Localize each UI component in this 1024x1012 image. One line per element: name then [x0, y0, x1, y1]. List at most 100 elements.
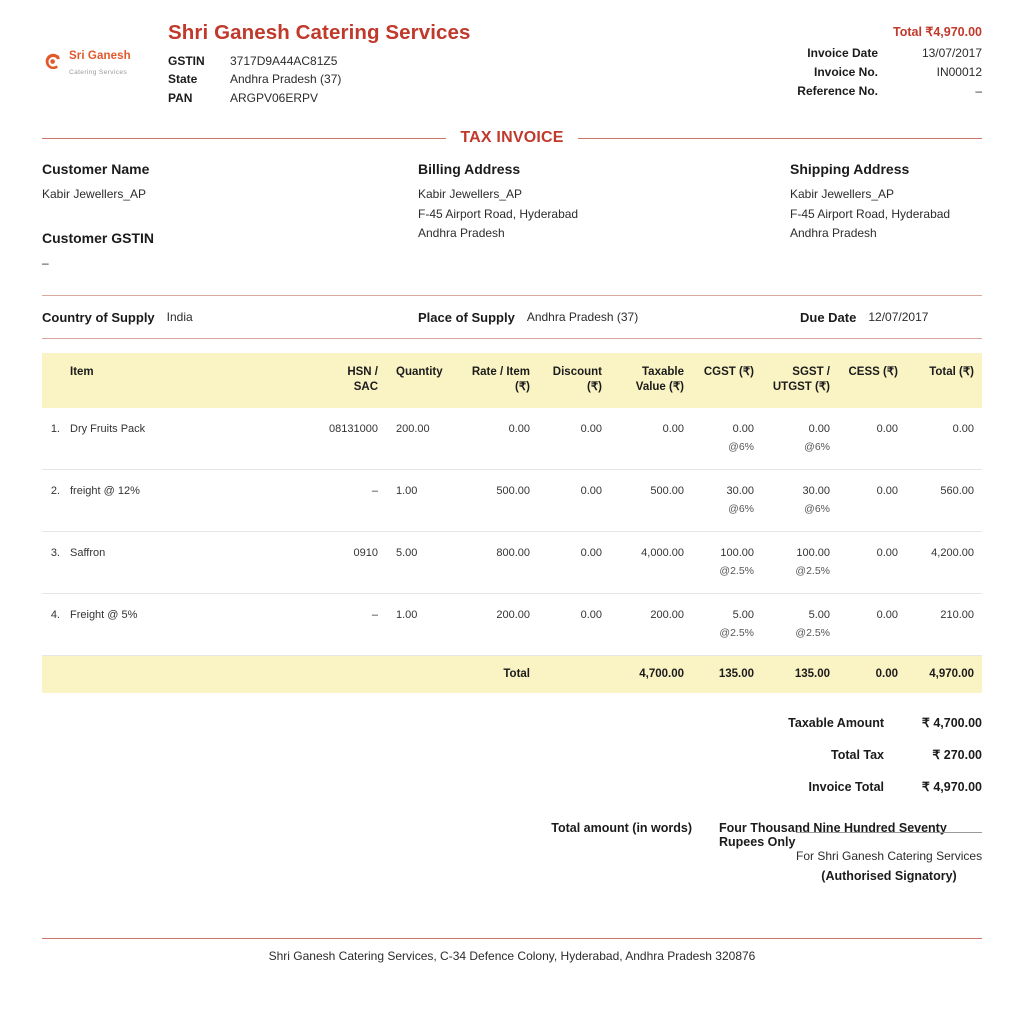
row-hsn: – — [312, 469, 386, 533]
customer-gstin-heading: Customer GSTIN — [42, 229, 155, 246]
shipping-address-line: F-45 Airport Road, Hyderabad — [790, 206, 951, 221]
place-of-supply-value: Andhra Pradesh (37) — [526, 310, 639, 325]
company-name: Shri Ganesh Catering Services — [168, 21, 471, 44]
country-of-supply: Country of Supply India — [42, 310, 418, 325]
row-quantity: 200.00 — [386, 408, 456, 471]
customer-name-heading: Customer Name — [42, 161, 150, 178]
column-header-sgst: SGST / UTGST (₹) — [762, 353, 838, 409]
column-header-taxable-value: Taxable Value (₹) — [610, 353, 692, 409]
shipping-address-line: Andhra Pradesh — [790, 226, 877, 241]
row-cgst: 100.00 @2.5% — [692, 531, 762, 595]
row-index: 4. — [42, 593, 62, 657]
column-header-hsn: HSN / SAC — [312, 353, 386, 409]
row-sgst-amount: 5.00 — [808, 609, 830, 622]
invoice-total-badge: Total ₹4,970.00 — [892, 25, 982, 39]
customer-name-value: Kabir Jewellers_AP — [42, 187, 147, 202]
row-item-name: Freight @ 5% — [62, 593, 312, 657]
row-total: 210.00 — [906, 593, 982, 657]
total-row-spacer — [62, 655, 312, 694]
row-sgst-amount: 30.00 — [802, 485, 830, 498]
billing-address-heading: Billing Address — [418, 161, 521, 178]
invoice-meta: Total ₹4,970.00 Invoice Date 13/07/2017 … — [744, 22, 982, 101]
meta-invoice-no: Invoice No. IN00012 — [744, 63, 982, 82]
country-of-supply-label: Country of Supply — [42, 310, 155, 326]
summary-label: Taxable Amount — [788, 716, 884, 731]
summary-label: Total Tax — [830, 748, 884, 763]
billing-address-line: Andhra Pradesh — [418, 226, 505, 241]
company-logo: Sri Ganesh Catering Services — [42, 48, 150, 76]
summary-section: Taxable Amount ₹ 4,700.00 Total Tax ₹ 27… — [42, 707, 982, 849]
place-of-supply-label: Place of Supply — [418, 310, 515, 326]
row-cgst: 5.00 @2.5% — [692, 593, 762, 657]
row-sgst-amount: 100.00 — [796, 547, 830, 560]
row-cgst-rate: @2.5% — [719, 565, 754, 578]
amount-in-words-label: Total amount (in words) — [551, 821, 692, 836]
row-hsn: 0910 — [312, 531, 386, 595]
total-row-spacer — [42, 655, 62, 694]
row-cgst-amount: 100.00 — [720, 547, 754, 560]
line-items-table: Item HSN / SAC Quantity Rate / Item (₹) … — [42, 353, 982, 694]
column-header-rate: Rate / Item (₹) — [456, 353, 538, 409]
customer-gstin-value: – — [42, 255, 49, 270]
divider-below-supply — [42, 338, 982, 340]
due-date-value: 12/07/2017 — [868, 310, 929, 325]
row-hsn: – — [312, 593, 386, 657]
table-row: 1. Dry Fruits Pack 08131000 200.00 0.00 … — [42, 408, 982, 471]
customer-name-column: Customer Name Kabir Jewellers_AP Custome… — [42, 161, 418, 273]
signature-for-company: For Shri Ganesh Catering Services — [796, 849, 983, 863]
meta-reference-no: Reference No. – — [744, 82, 982, 101]
column-header-item: Item — [62, 353, 312, 409]
summary-value: ₹ 270.00 — [932, 748, 982, 763]
shipping-address-line: Kabir Jewellers_AP — [790, 187, 895, 202]
row-total: 560.00 — [906, 469, 982, 533]
column-header-quantity: Quantity — [386, 353, 456, 409]
row-sgst: 0.00 @6% — [762, 408, 838, 471]
logo-name: Sri Ganesh — [69, 50, 131, 62]
company-field-gstin: GSTIN 3717D9A44AC81Z5 — [168, 52, 744, 71]
row-index: 3. — [42, 531, 62, 595]
row-cgst-rate: @6% — [728, 503, 754, 516]
row-discount: 0.00 — [538, 531, 610, 595]
row-quantity: 1.00 — [386, 593, 456, 657]
billing-address-line: Kabir Jewellers_AP — [418, 187, 523, 202]
total-row-taxable: 4,700.00 — [610, 655, 692, 694]
row-rate: 800.00 — [456, 531, 538, 595]
column-header-cess: CESS (₹) — [838, 353, 906, 409]
table-total-row: Total 4,700.00 135.00 135.00 0.00 4,970.… — [42, 655, 982, 694]
row-cgst: 0.00 @6% — [692, 408, 762, 471]
summary-value: ₹ 4,970.00 — [921, 780, 982, 795]
row-item-name: Dry Fruits Pack — [62, 408, 312, 471]
column-header-cgst: CGST (₹) — [692, 353, 762, 409]
row-sgst: 100.00 @2.5% — [762, 531, 838, 595]
supply-section: Country of Supply India Place of Supply … — [42, 296, 982, 338]
row-discount: 0.00 — [538, 408, 610, 471]
company-field-pan: PAN ARGPV06ERPV — [168, 89, 744, 108]
invoice-header: Sri Ganesh Catering Services Shri Ganesh… — [42, 0, 982, 107]
summary-total-tax: Total Tax ₹ 270.00 — [42, 739, 982, 771]
row-rate: 0.00 — [456, 408, 538, 471]
meta-value: IN00012 — [936, 65, 982, 79]
meta-value: 13/07/2017 — [921, 46, 982, 60]
total-row-spacer — [538, 655, 610, 694]
summary-value: ₹ 4,700.00 — [921, 716, 982, 731]
due-date-label: Due Date — [800, 310, 857, 326]
row-item-name: Saffron — [62, 531, 312, 595]
footer-address: Shri Ganesh Catering Services, C-34 Defe… — [268, 949, 756, 963]
shipping-address-column: Shipping Address Kabir Jewellers_AP F-45… — [790, 161, 982, 273]
company-field-state: State Andhra Pradesh (37) — [168, 70, 744, 89]
row-sgst: 30.00 @6% — [762, 469, 838, 533]
row-quantity: 5.00 — [386, 531, 456, 595]
total-row-spacer — [386, 655, 456, 694]
row-cgst-amount: 30.00 — [726, 485, 754, 498]
company-details: Shri Ganesh Catering Services GSTIN 3717… — [150, 21, 744, 108]
meta-label: Invoice Date — [807, 46, 878, 60]
meta-value: – — [975, 84, 982, 98]
total-row-total: 4,970.00 — [906, 655, 982, 694]
row-rate: 500.00 — [456, 469, 538, 533]
row-taxable-value: 200.00 — [610, 593, 692, 657]
total-row-cgst: 135.00 — [692, 655, 762, 694]
row-hsn: 08131000 — [312, 408, 386, 471]
table-row: 3. Saffron 0910 5.00 800.00 0.00 4,000.0… — [42, 531, 982, 595]
row-cgst-amount: 5.00 — [732, 609, 754, 622]
field-value: 3717D9A44AC81Z5 — [230, 53, 338, 68]
